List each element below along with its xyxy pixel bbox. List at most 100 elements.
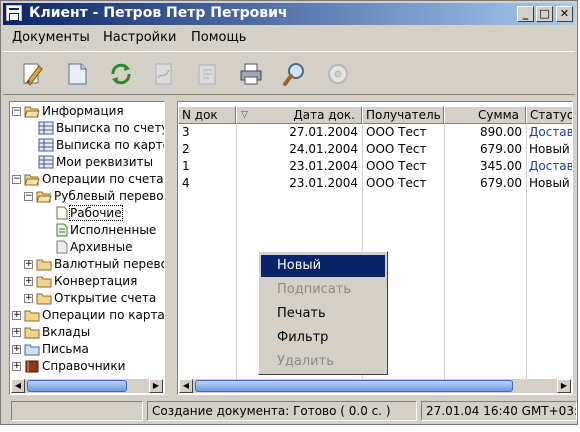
- folder-icon: [36, 293, 52, 305]
- settings-button[interactable]: [324, 60, 352, 88]
- collapse-icon[interactable]: −: [12, 175, 21, 184]
- column-header-number[interactable]: N док: [178, 106, 236, 124]
- expand-icon[interactable]: +: [24, 260, 33, 269]
- table-cell-sum[interactable]: 345.00: [446, 158, 522, 175]
- minimize-button[interactable]: _: [517, 6, 534, 22]
- context-item-print[interactable]: Печать: [261, 303, 385, 325]
- table-cell-recipient[interactable]: ООО Тест: [366, 124, 442, 141]
- table-cell-date[interactable]: 23.01.2004: [240, 158, 358, 175]
- table-cell-date[interactable]: 23.01.2004: [240, 175, 358, 192]
- tree-label: Информация: [42, 104, 124, 118]
- table-cell-number[interactable]: 1: [182, 158, 232, 175]
- new-document-button[interactable]: [63, 60, 91, 88]
- table-cell-sum[interactable]: 679.00: [446, 141, 522, 158]
- table-cell-number[interactable]: 4: [182, 175, 232, 192]
- table-cell-number[interactable]: 2: [182, 141, 232, 158]
- refresh-button[interactable]: [107, 60, 135, 88]
- status-bar: Создание документа: Готово ( 0.0 с. ) 27…: [3, 401, 577, 423]
- scroll-left-button[interactable]: ◀: [179, 379, 193, 393]
- menu-settings[interactable]: Настройки: [103, 30, 176, 45]
- expand-icon[interactable]: +: [24, 277, 33, 286]
- expand-icon[interactable]: +: [12, 345, 21, 354]
- table-cell-recipient[interactable]: ООО Тест: [366, 141, 442, 158]
- table-doc-icon: [38, 155, 54, 169]
- table-horizontal-scrollbar[interactable]: ◀ ▶: [179, 379, 571, 393]
- table-doc-icon: [38, 138, 54, 152]
- document-gray-icon: [56, 240, 68, 254]
- print-button[interactable]: [237, 60, 265, 88]
- column-header-date[interactable]: ▽ Дата док.: [236, 106, 362, 124]
- expand-icon[interactable]: +: [12, 328, 21, 337]
- scroll-right-button[interactable]: ▶: [557, 379, 571, 393]
- export-button[interactable]: [194, 60, 222, 88]
- document-green-icon: [56, 223, 68, 237]
- table-cell-status[interactable]: Новый: [529, 141, 572, 158]
- scroll-thumb[interactable]: [27, 380, 127, 392]
- tree-label: Рублевый перевод: [54, 189, 165, 203]
- refresh-icon: [111, 63, 131, 85]
- arrow-left-icon: ◀: [182, 381, 190, 390]
- table-cell-status[interactable]: Доставл: [529, 158, 572, 175]
- export-icon: [198, 64, 216, 85]
- context-item-new[interactable]: Новый: [261, 255, 385, 277]
- edit-document-button[interactable]: [19, 60, 47, 88]
- tree-label: Операции по картам: [42, 308, 165, 322]
- arrow-right-icon: ▶: [560, 381, 568, 390]
- settings-icon: [328, 64, 348, 84]
- scroll-left-button[interactable]: ◀: [11, 379, 25, 393]
- column-header-recipient[interactable]: Получатель: [362, 106, 444, 124]
- title-bar[interactable]: Клиент - Петров Петр Петрович _ □ ✕: [3, 3, 575, 25]
- book-icon: [25, 360, 39, 373]
- navigation-tree[interactable]: − Информация Выписка по счету Выписка по…: [9, 101, 165, 395]
- sort-descending-icon: ▽: [241, 110, 248, 120]
- table-cell-sum[interactable]: 679.00: [446, 175, 522, 192]
- table-cell-date[interactable]: 24.01.2004: [240, 141, 358, 158]
- menu-help[interactable]: Помощь: [191, 30, 246, 45]
- maximize-button[interactable]: □: [536, 6, 553, 22]
- arrow-right-icon: ▶: [152, 381, 160, 390]
- table-cell-recipient[interactable]: ООО Тест: [366, 175, 442, 192]
- collapse-icon[interactable]: −: [12, 107, 21, 116]
- scroll-thumb[interactable]: [195, 380, 513, 392]
- folder-open-icon: [24, 174, 40, 186]
- tree-label: Конвертация: [54, 274, 138, 288]
- status-datetime: 27.01.04 16:40 GMT+03:00: [421, 401, 577, 421]
- column-divider: [236, 124, 237, 382]
- expand-icon[interactable]: +: [12, 311, 21, 320]
- window-title: Клиент - Петров Петр Петрович: [29, 5, 288, 21]
- context-item-filter[interactable]: Фильтр: [261, 327, 385, 349]
- close-button[interactable]: ✕: [556, 6, 573, 22]
- tree-horizontal-scrollbar[interactable]: ◀ ▶: [11, 379, 163, 393]
- table-cell-status[interactable]: Новый: [529, 175, 572, 192]
- sign-button[interactable]: [150, 60, 178, 88]
- context-item-delete: Удалить: [277, 354, 334, 369]
- edit-document-icon: [23, 63, 43, 86]
- folder-open-icon: [36, 191, 52, 203]
- tree-label-selected: Рабочие: [69, 205, 123, 221]
- app-window: Клиент - Петров Петр Петрович _ □ ✕ Доку…: [0, 0, 578, 425]
- print-icon: [240, 63, 262, 85]
- table-cell-number[interactable]: 3: [182, 124, 232, 141]
- letters-folder-icon: [24, 344, 40, 356]
- search-icon: [283, 63, 304, 86]
- column-header-status[interactable]: Статус: [526, 106, 572, 124]
- tree-label: Мои реквизиты: [56, 155, 154, 169]
- expand-icon[interactable]: +: [12, 362, 21, 371]
- scroll-right-button[interactable]: ▶: [149, 379, 163, 393]
- context-menu: Новый Подписать Печать Фильтр Удалить: [258, 251, 388, 375]
- expand-icon[interactable]: +: [24, 294, 33, 303]
- new-document-icon: [68, 63, 87, 85]
- app-icon: [6, 5, 22, 21]
- table-cell-sum[interactable]: 890.00: [446, 124, 522, 141]
- toolbar: [3, 51, 575, 95]
- table-cell-recipient[interactable]: ООО Тест: [366, 158, 442, 175]
- tree-label: Выписка по счету: [56, 121, 165, 135]
- tree-label: Валютный перевод: [54, 257, 165, 271]
- search-button[interactable]: [281, 60, 309, 88]
- column-header-sum[interactable]: Сумма: [444, 106, 526, 124]
- collapse-icon[interactable]: −: [24, 192, 33, 201]
- menu-documents[interactable]: Документы: [12, 30, 90, 45]
- table-cell-status[interactable]: Доставл: [529, 124, 572, 141]
- table-cell-date[interactable]: 27.01.2004: [240, 124, 358, 141]
- tree-label: Открытие счета: [54, 291, 157, 305]
